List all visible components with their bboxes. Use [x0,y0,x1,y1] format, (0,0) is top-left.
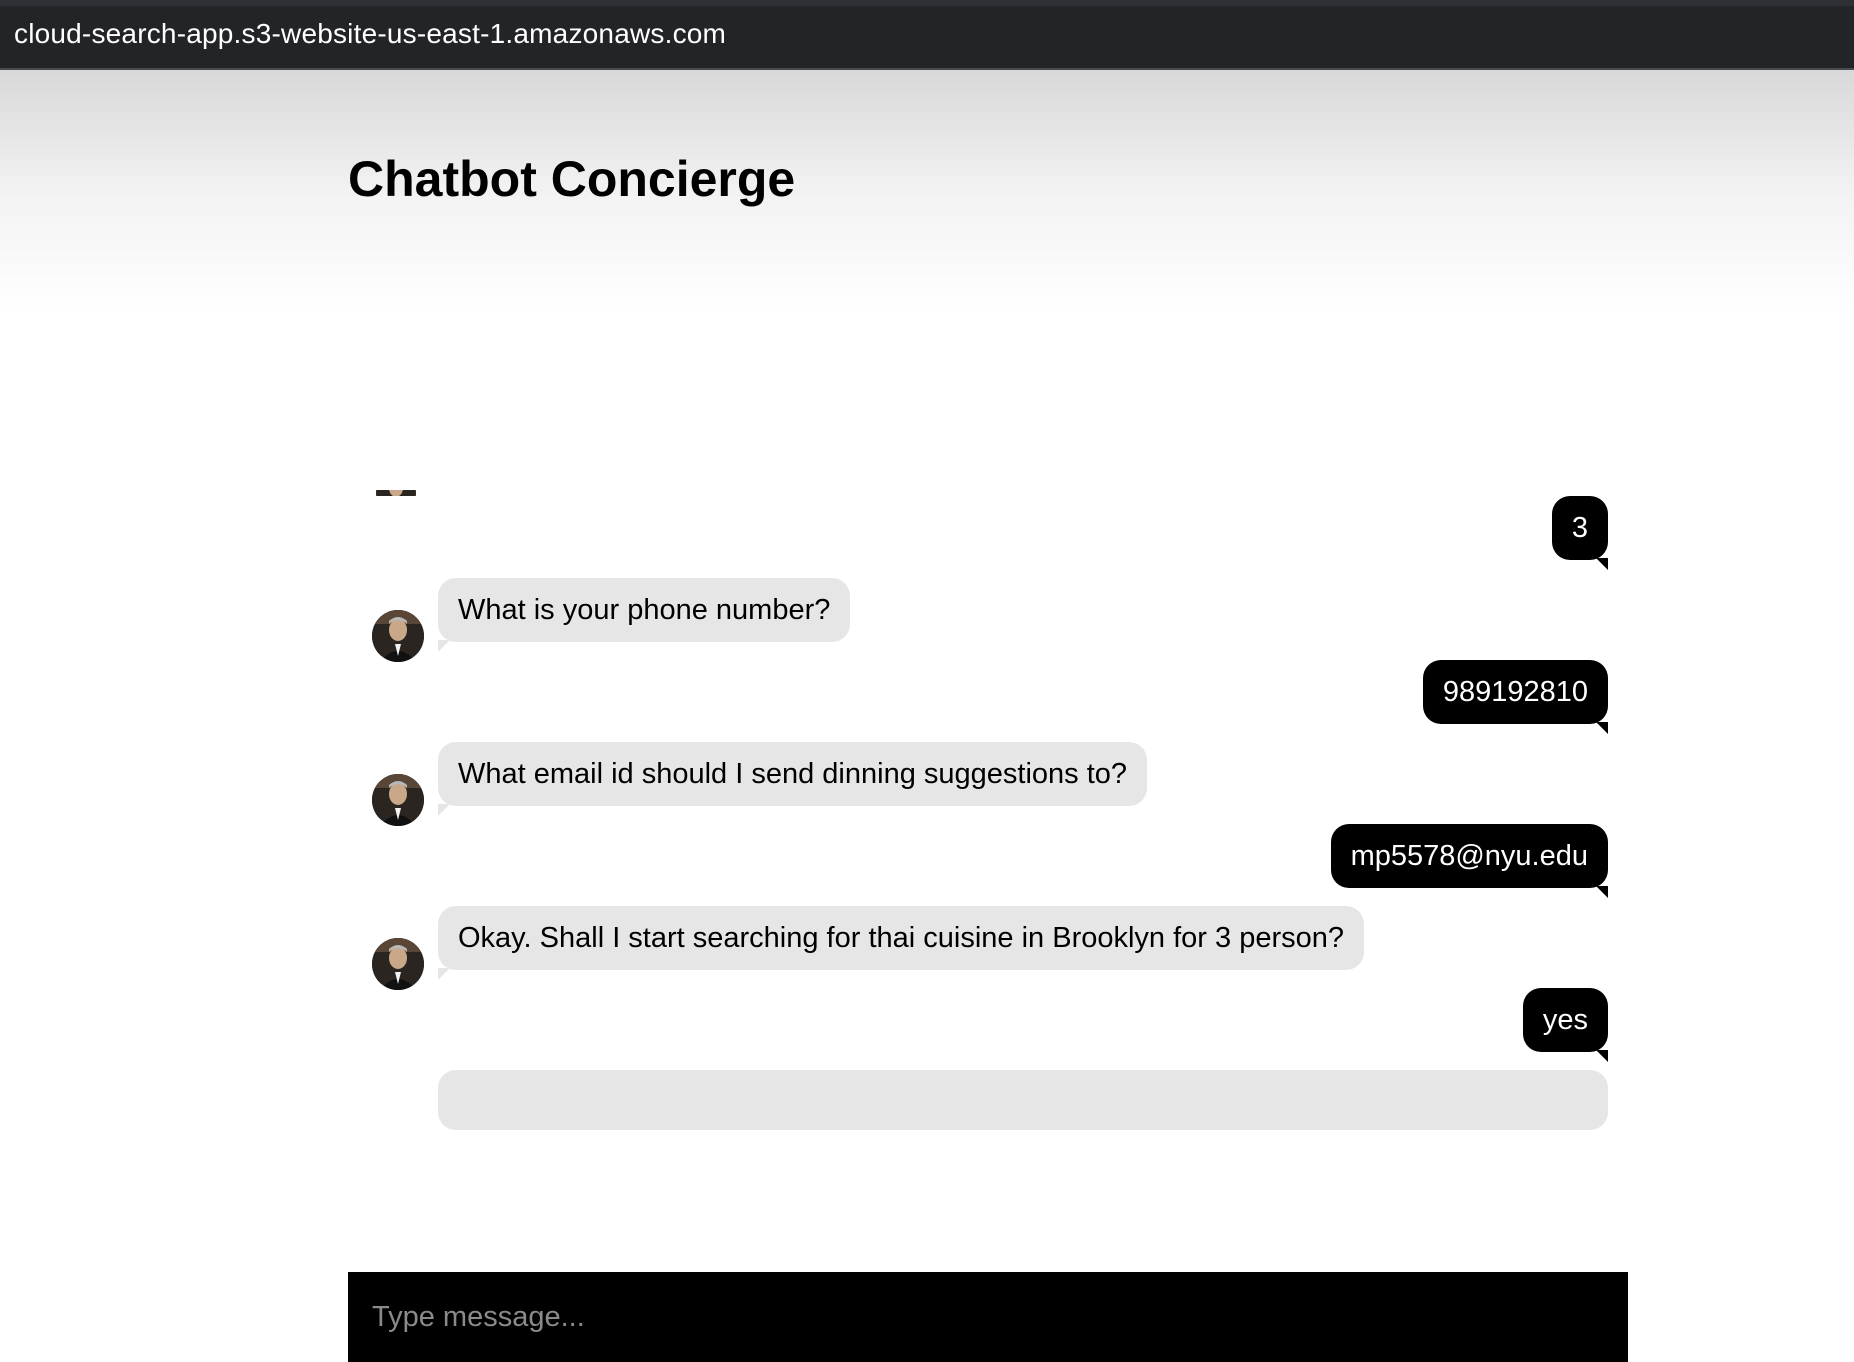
page-title: Chatbot Concierge [348,151,796,207]
bot-avatar-icon [372,774,424,826]
chat-page: Chatbot Concierge 3 What is your phone n… [0,70,1854,1362]
bot-message: What email id should I send dinning sugg… [438,742,1148,816]
bot-avatar-icon [372,610,424,662]
user-message: yes [1522,988,1609,1062]
bot-message: What is your phone number? [438,578,851,652]
message-input[interactable] [348,1272,1628,1362]
bot-message: Okay. Shall I start searching for thai c… [438,906,1365,980]
user-message: mp5578@nyu.edu [1330,824,1609,898]
bot-message-partial [438,1070,1608,1130]
bot-avatar-icon [372,938,424,990]
user-message: 3 [1551,496,1609,570]
browser-address-bar[interactable]: cloud-search-app.s3-website-us-east-1.am… [0,0,1854,70]
bot-avatar-icon [376,490,416,496]
url-text[interactable]: cloud-search-app.s3-website-us-east-1.am… [14,18,726,50]
chat-messages[interactable]: 3 What is your phone number? 989192810 W… [348,490,1628,1268]
user-message: 989192810 [1422,660,1609,734]
